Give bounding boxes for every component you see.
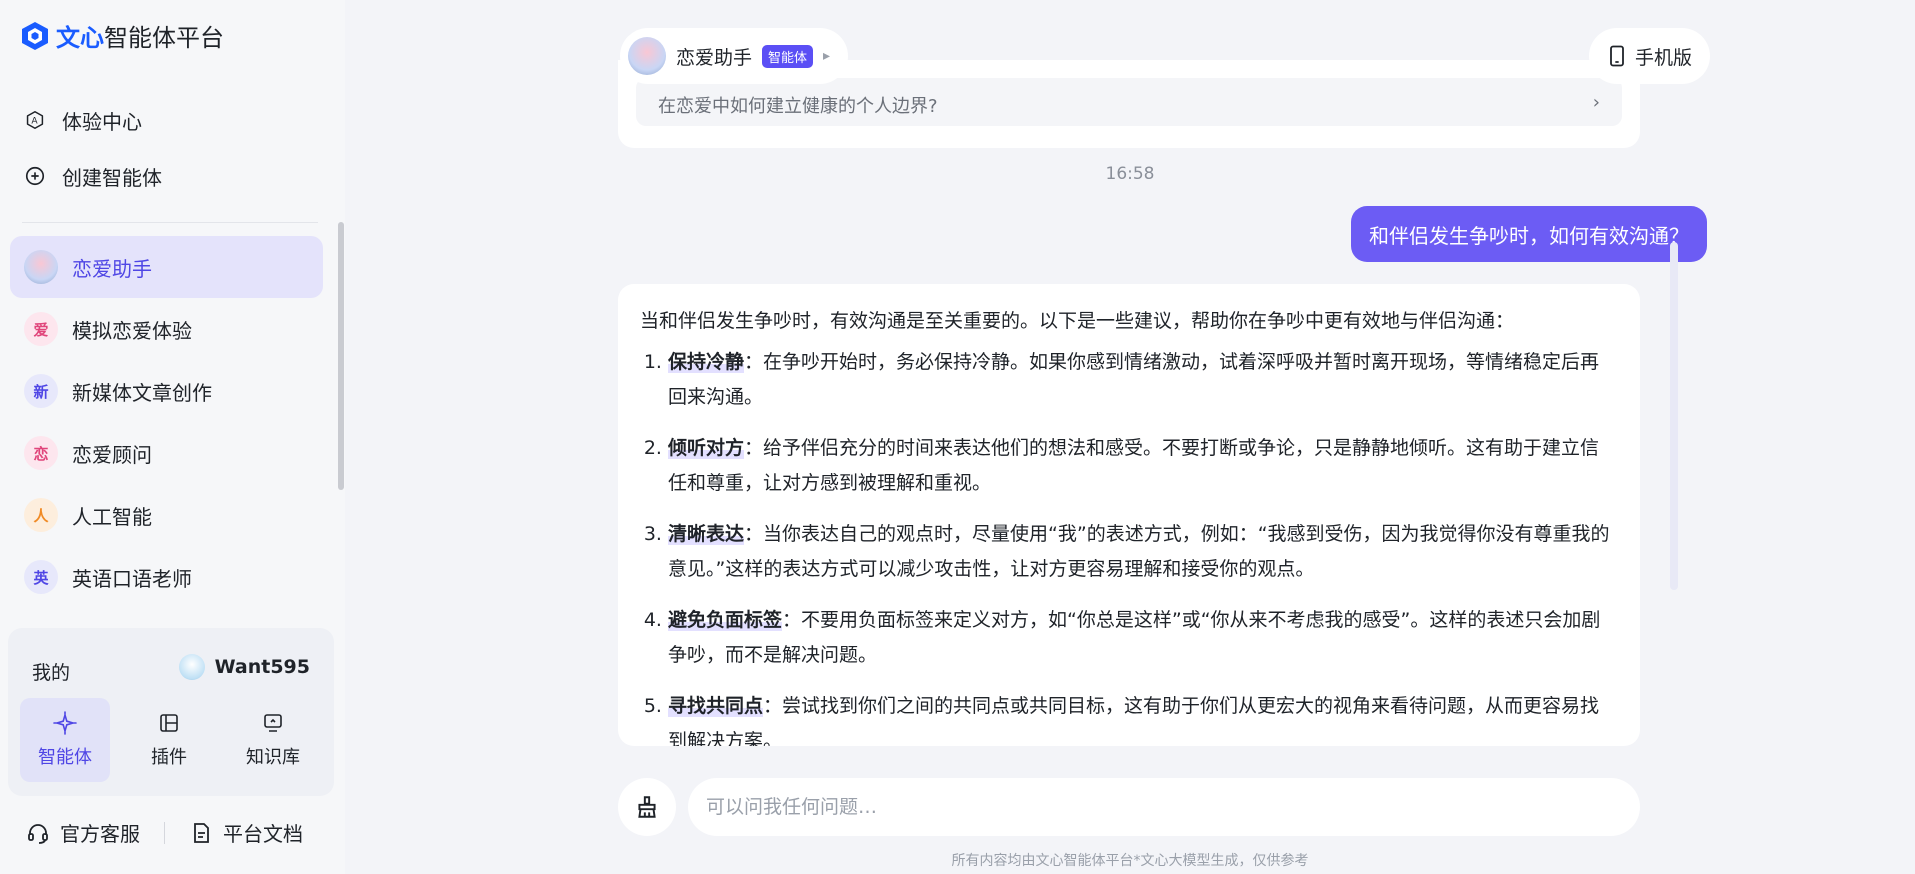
mobile-version-button[interactable]: 手机版	[1588, 28, 1710, 84]
chat-main: 在恋爱中如何建立健康的个人边界? › 恋爱助手 智能体 ▸ 手机版 16:58 …	[345, 0, 1915, 874]
chat-scrollbar[interactable]	[1670, 242, 1678, 590]
item-title: 寻找共同点	[668, 695, 764, 717]
my-panel-title: 我的	[32, 662, 71, 684]
list-item: 倾听对方：给予伴侣充分的时间来表达他们的想法和感受。不要打断或争论，只是静静地倾…	[668, 431, 1618, 501]
broom-icon	[638, 796, 656, 818]
agent-name: 恋爱助手	[72, 256, 152, 281]
tool-label: 智能体	[38, 747, 92, 768]
plugin-icon	[160, 714, 178, 732]
item-text: ：给予伴侣充分的时间来表达他们的想法和感受。不要打断或争论，只是静静地倾听。这有…	[668, 437, 1600, 494]
chat-input[interactable]	[688, 778, 1640, 836]
agent-badge: 智能体	[762, 44, 814, 68]
brand-logo[interactable]: 文心智能体平台	[20, 18, 224, 53]
headset-icon	[28, 823, 48, 844]
agent-item-love-assistant[interactable]: 恋爱助手	[10, 236, 323, 298]
composer	[618, 778, 1640, 836]
link-label: 平台文档	[223, 822, 303, 846]
item-text: ：尝试找到你们之间的共同点或共同目标，这有助于你们从更宏大的视角来看待问题，从而…	[668, 695, 1600, 746]
list-item: 保持冷静：在争吵开始时，务必保持冷静。如果你感到情绪激动，试着深呼吸并暂时离开现…	[668, 345, 1618, 415]
user-profile[interactable]: Want595	[178, 654, 310, 680]
username: Want595	[214, 656, 310, 678]
answer-intro: 当和伴侣发生争吵时，有效沟通是至关重要的。以下是一些建议，帮助你在争吵中更有效地…	[640, 310, 1515, 332]
tool-knowledge-base[interactable]: 知识库	[228, 698, 318, 782]
agent-avatar: 新	[24, 374, 58, 408]
agent-item-love-advisor[interactable]: 恋 恋爱顾问	[10, 422, 323, 484]
list-item: 寻找共同点：尝试找到你们之间的共同点或共同目标，这有助于你们从更宏大的视角来看待…	[668, 689, 1618, 746]
item-title: 保持冷静	[668, 351, 745, 373]
my-panel: 我的 Want595 智能体 插件 知识库	[8, 628, 334, 796]
user-message: 和伴侣发生争吵时，如何有效沟通？	[1351, 206, 1707, 262]
nav-label: 体验中心	[62, 109, 142, 134]
sidebar-scrollbar[interactable]	[338, 222, 344, 490]
list-item: 清晰表达：当你表达自己的观点时，尽量使用“我”的表述方式，例如：“我感到受伤，因…	[668, 517, 1618, 587]
agent-avatar	[628, 37, 666, 75]
logo-hexagon-icon	[22, 21, 48, 50]
platform-docs-link[interactable]: 平台文档	[189, 818, 303, 847]
my-tools: 智能体 插件 知识库	[20, 698, 318, 782]
tool-label: 知识库	[246, 747, 300, 768]
agent-avatar: 恋	[24, 436, 58, 470]
agent-title: 恋爱助手	[676, 46, 753, 69]
item-text: ：不要用负面标签来定义对方，如“你总是这样”或“你从来不考虑我的感受”。这样的表…	[668, 609, 1601, 666]
agent-list: 恋爱助手 爱 模拟恋爱体验 新 新媒体文章创作 恋 恋爱顾问 人 人工智能 英 …	[10, 236, 323, 608]
assistant-answer: 当和伴侣发生争吵时，有效沟通是至关重要的。以下是一些建议，帮助你在争吵中更有效地…	[618, 284, 1640, 746]
knowledge-icon	[264, 714, 282, 732]
tool-plugins[interactable]: 插件	[124, 698, 214, 782]
svg-text:A: A	[31, 116, 38, 127]
link-label: 官方客服	[60, 822, 140, 846]
disclaimer: 所有内容均由文心智能体平台*文心大模型生成，仅供参考	[951, 853, 1309, 869]
sparkle-icon	[53, 711, 77, 735]
divider	[22, 222, 318, 223]
chevron-right-icon: ›	[1592, 92, 1600, 113]
suggested-question[interactable]: 在恋爱中如何建立健康的个人边界? ›	[636, 78, 1622, 126]
new-chat-button[interactable]	[618, 778, 676, 836]
list-item: 避免负面标签：不要用负面标签来定义对方，如“你总是这样”或“你从来不考虑我的感受…	[668, 603, 1618, 673]
nav-explore-center[interactable]: A 体验中心	[10, 92, 330, 148]
phone-icon	[1610, 45, 1624, 67]
top-nav: A 体验中心 创建智能体	[10, 92, 330, 204]
sidebar: 文心智能体平台 A 体验中心 创建智能体 恋爱助手 爱 模拟恋爱体验 新 新媒体…	[0, 0, 345, 874]
chevron-right-icon: ▸	[823, 48, 831, 64]
document-icon	[194, 822, 209, 843]
brand-name: 文心智能体平台	[56, 24, 224, 52]
message-timestamp: 16:58	[1105, 164, 1155, 184]
item-title: 倾听对方	[668, 437, 745, 459]
tool-agents[interactable]: 智能体	[20, 698, 110, 782]
answer-list: 保持冷静：在争吵开始时，务必保持冷静。如果你感到情绪激动，试着深呼吸并暂时离开现…	[640, 345, 1618, 746]
agent-avatar: 人	[24, 498, 58, 532]
nav-label: 创建智能体	[62, 165, 162, 190]
agent-avatar: 爱	[24, 312, 58, 346]
bottom-links: 官方客服 平台文档	[26, 818, 303, 847]
mobile-label: 手机版	[1634, 46, 1692, 69]
agent-item-new-media[interactable]: 新 新媒体文章创作	[10, 360, 323, 422]
agent-item-simulated-love[interactable]: 爱 模拟恋爱体验	[10, 298, 323, 360]
official-support-link[interactable]: 官方客服	[26, 818, 140, 847]
explore-icon: A	[26, 110, 44, 129]
item-text: ：当你表达自己的观点时，尽量使用“我”的表述方式，例如：“我感到受伤，因为我觉得…	[668, 523, 1610, 580]
item-text: ：在争吵开始时，务必保持冷静。如果你感到情绪激动，试着深呼吸并暂时离开现场，等情…	[668, 351, 1600, 408]
agent-item-english-teacher[interactable]: 英 英语口语老师	[10, 546, 323, 608]
agent-name: 恋爱顾问	[72, 442, 152, 467]
agent-item-ai[interactable]: 人 人工智能	[10, 484, 323, 546]
avatar	[178, 654, 205, 680]
item-title: 清晰表达	[668, 523, 745, 545]
plus-circle-icon	[25, 166, 45, 186]
agent-name: 新媒体文章创作	[72, 380, 212, 405]
link-separator	[164, 821, 165, 844]
agent-name: 模拟恋爱体验	[72, 318, 192, 343]
agent-name: 人工智能	[72, 504, 152, 529]
nav-create-agent[interactable]: 创建智能体	[10, 148, 330, 204]
agent-avatar	[24, 250, 58, 284]
suggested-question-text: 在恋爱中如何建立健康的个人边界?	[658, 96, 938, 117]
item-title: 避免负面标签	[668, 609, 783, 631]
tool-label: 插件	[151, 747, 187, 768]
agent-avatar: 英	[24, 560, 58, 594]
agent-header[interactable]: 恋爱助手 智能体 ▸	[620, 28, 849, 84]
agent-name: 英语口语老师	[72, 566, 192, 591]
